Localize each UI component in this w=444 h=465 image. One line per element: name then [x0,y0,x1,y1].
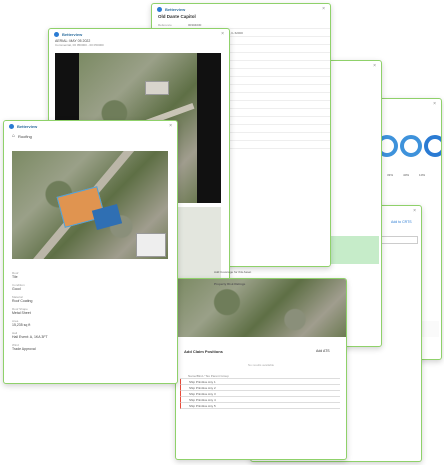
donut-value: 33% [387,173,394,177]
roof-titlebar: Betterview × [4,121,177,131]
inset-map [136,233,166,257]
details-footer: Add Coverage for this Asset Property Ris… [214,270,251,286]
row-label: Ship Primitive Any 5 [189,403,216,408]
aerial-subtitle: Commercial, 00 050000 - 00 050000 [55,43,104,47]
row-label: Ship Primitive Any 1 [189,379,216,384]
brand-name: Betterview [165,6,186,12]
roof-heading-text: Roofing [18,133,32,139]
close-icon[interactable]: × [433,101,436,107]
detail-value: 00304030 [188,22,202,27]
positions-header: Add Claim Positions [184,349,223,354]
risk-ratings-label: Property Risk Ratings [214,282,246,286]
roof-fields: Roof Tile Condition Good Material Roof C… [12,269,72,353]
add-coverage-link[interactable]: Add Coverage for this Asset [214,270,251,274]
positions-title: Add Claim Positions [184,349,223,354]
roof-window: Betterview × ⌂ Roofing Roof Tile Conditi… [3,120,178,384]
aerial-titlebar: Betterview × [49,29,229,39]
brand-logo-icon [9,123,14,129]
row-label: Ship Primitive Any 3 [189,391,216,396]
home-icon: ⌂ [12,133,16,139]
donut-value: 10% [419,173,426,177]
donut-chart [424,135,441,157]
select-field[interactable] [376,236,418,244]
add-to-crts-link[interactable]: Add to CRTS [391,220,412,224]
close-icon[interactable]: × [221,31,224,37]
close-icon[interactable]: × [373,63,376,69]
brand-name: Betterview [17,123,38,129]
positions-window: Add Claim Positions Add ATS No results a… [175,278,347,460]
details-title: Old Dante Capitol [158,14,196,19]
table-row[interactable]: Ship Primitive Any 5 [180,403,340,409]
empty-text: No results available [247,363,275,367]
building [145,81,169,95]
brand-logo-icon [157,6,162,12]
row-label: Ship Primitive Any 2 [189,385,216,390]
roof-aerial-image[interactable] [12,151,168,259]
donut-row [376,135,441,165]
close-icon[interactable]: × [322,6,325,12]
brand-name: Betterview [62,31,83,37]
highlight-band [324,236,379,264]
roof-heading: ⌂ Roofing [4,131,177,141]
close-icon[interactable]: × [413,208,416,214]
detail-label: Reference [158,22,172,27]
row-label: Ship Primitive Any 4 [189,397,216,402]
donut-chart [400,135,422,157]
add-ats-button[interactable]: Add ATS [316,349,330,353]
details-titlebar: Betterview × [152,4,330,14]
donut-value: 40% [403,173,410,177]
close-icon[interactable]: × [169,123,172,129]
brand-logo-icon [54,31,59,37]
field-value: Trade Approval [12,347,36,351]
positions-map [176,279,346,337]
positions-table: Name/Bind / Tax Parent Group Ship Primit… [180,373,340,409]
